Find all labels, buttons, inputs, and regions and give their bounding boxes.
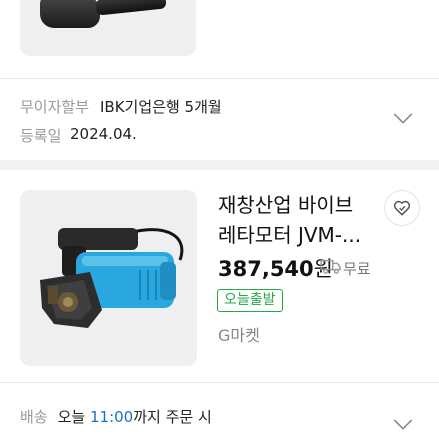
- registered-date-label: 등록일: [20, 127, 62, 145]
- price-value: 387,540: [218, 257, 314, 281]
- installment-label: 무이자할부: [20, 98, 90, 116]
- product-thumbnail-2[interactable]: [20, 190, 197, 366]
- same-day-badge: 오늘출발: [217, 289, 283, 312]
- section-gap: [0, 160, 439, 170]
- delivery-prefix: 오늘: [57, 408, 86, 426]
- product-price-2: 387,540원: [218, 253, 333, 283]
- chevron-down-icon[interactable]: [392, 414, 414, 436]
- delivery-suffix: 까지 주문 시: [133, 408, 212, 426]
- product-image-2: [40, 228, 184, 328]
- divider: [0, 382, 439, 383]
- product-title-2[interactable]: 재창산업 바이브 레타모터 JVM-...: [218, 190, 388, 250]
- wishlist-button[interactable]: [384, 190, 420, 226]
- divider: [0, 78, 439, 79]
- delivery-label: 배송: [20, 408, 48, 426]
- truck-icon: [320, 259, 341, 274]
- product-title-line-2: 레타모터 JVM-...: [218, 223, 362, 247]
- registered-date-value: 2024.04.: [70, 125, 137, 143]
- seller-name[interactable]: G마켓: [218, 322, 260, 346]
- installment-value: IBK기업은행 5개월: [100, 98, 222, 116]
- chevron-down-icon[interactable]: [392, 108, 414, 130]
- product-image-1: [40, 0, 100, 28]
- shipping-fee: 무료: [343, 260, 371, 278]
- delivery-cutoff-time: 11:00: [90, 408, 134, 426]
- heart-icon: [393, 200, 411, 216]
- delivery-info: 배송 오늘 11:00까지 주문 시: [20, 406, 212, 427]
- product-title-line-1: 재창산업 바이브: [218, 193, 354, 217]
